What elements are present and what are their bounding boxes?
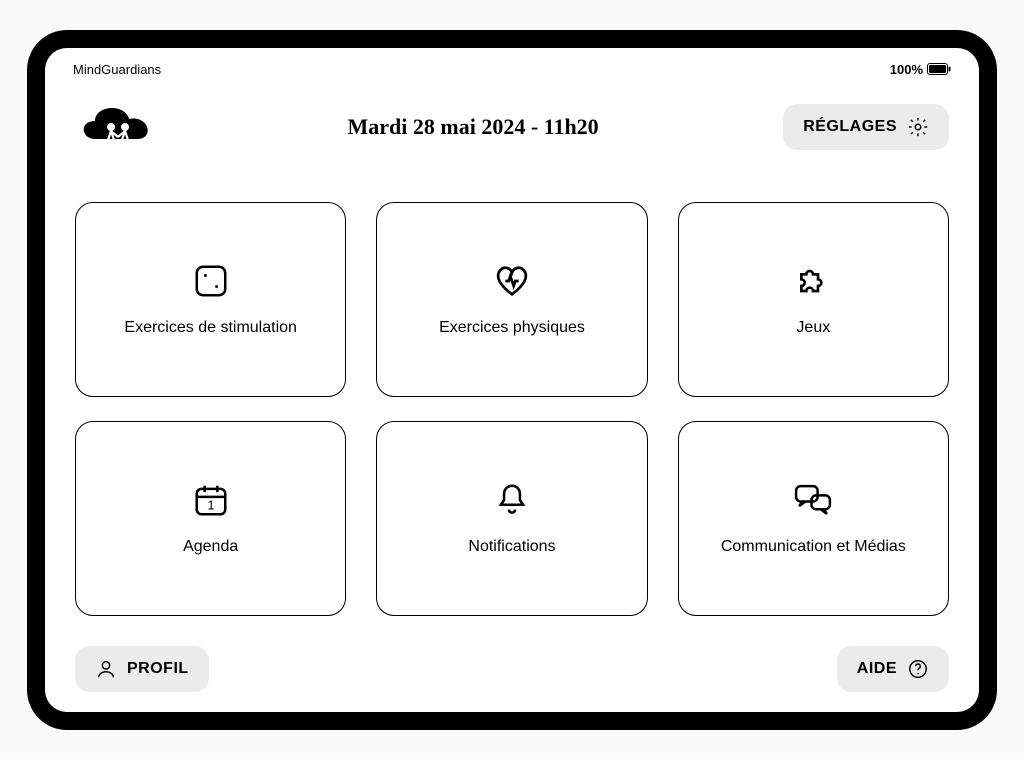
- card-notifications[interactable]: Notifications: [376, 421, 647, 616]
- card-games[interactable]: Jeux: [678, 202, 949, 397]
- gear-icon: [907, 116, 929, 138]
- heart-pulse-icon: [492, 261, 532, 301]
- calendar-icon: 1: [191, 480, 231, 520]
- svg-text:1: 1: [207, 499, 214, 513]
- chat-bubbles-icon: [793, 480, 833, 520]
- card-physical-exercises[interactable]: Exercices physiques: [376, 202, 647, 397]
- status-bar: MindGuardians 100%: [73, 62, 951, 77]
- card-stimulation-exercises[interactable]: Exercices de stimulation: [75, 202, 346, 397]
- battery-icon: [927, 63, 951, 75]
- settings-label: RÉGLAGES: [803, 118, 897, 136]
- card-label: Exercices physiques: [439, 319, 585, 337]
- card-grid: Exercices de stimulation Exercices physi…: [73, 202, 951, 616]
- help-button[interactable]: AIDE: [837, 646, 949, 692]
- help-label: AIDE: [857, 660, 897, 678]
- profile-label: PROFIL: [127, 660, 189, 678]
- profile-button[interactable]: PROFIL: [75, 646, 209, 692]
- puzzle-icon: [793, 261, 833, 301]
- battery-indicator: 100%: [890, 62, 951, 77]
- footer-row: PROFIL AIDE: [73, 646, 951, 692]
- help-circle-icon: [907, 658, 929, 680]
- battery-percentage: 100%: [890, 62, 923, 77]
- header-row: Mardi 28 mai 2024 - 11h20 RÉGLAGES: [73, 97, 951, 157]
- card-label: Jeux: [796, 319, 830, 337]
- app-name: MindGuardians: [73, 62, 161, 77]
- card-communication-media[interactable]: Communication et Médias: [678, 421, 949, 616]
- card-label: Communication et Médias: [721, 538, 906, 556]
- cloud-people-icon: [75, 97, 163, 157]
- app-logo: [75, 97, 163, 157]
- tablet-screen: MindGuardians 100% Mard: [45, 48, 979, 712]
- user-icon: [95, 658, 117, 680]
- date-time-title: Mardi 28 mai 2024 - 11h20: [163, 114, 783, 140]
- card-label: Exercices de stimulation: [124, 319, 297, 337]
- card-label: Notifications: [468, 538, 555, 556]
- card-label: Agenda: [183, 538, 238, 556]
- card-agenda[interactable]: 1 Agenda: [75, 421, 346, 616]
- dice-icon: [191, 261, 231, 301]
- settings-button[interactable]: RÉGLAGES: [783, 104, 949, 150]
- tablet-frame: MindGuardians 100% Mard: [27, 30, 997, 730]
- bell-icon: [492, 480, 532, 520]
